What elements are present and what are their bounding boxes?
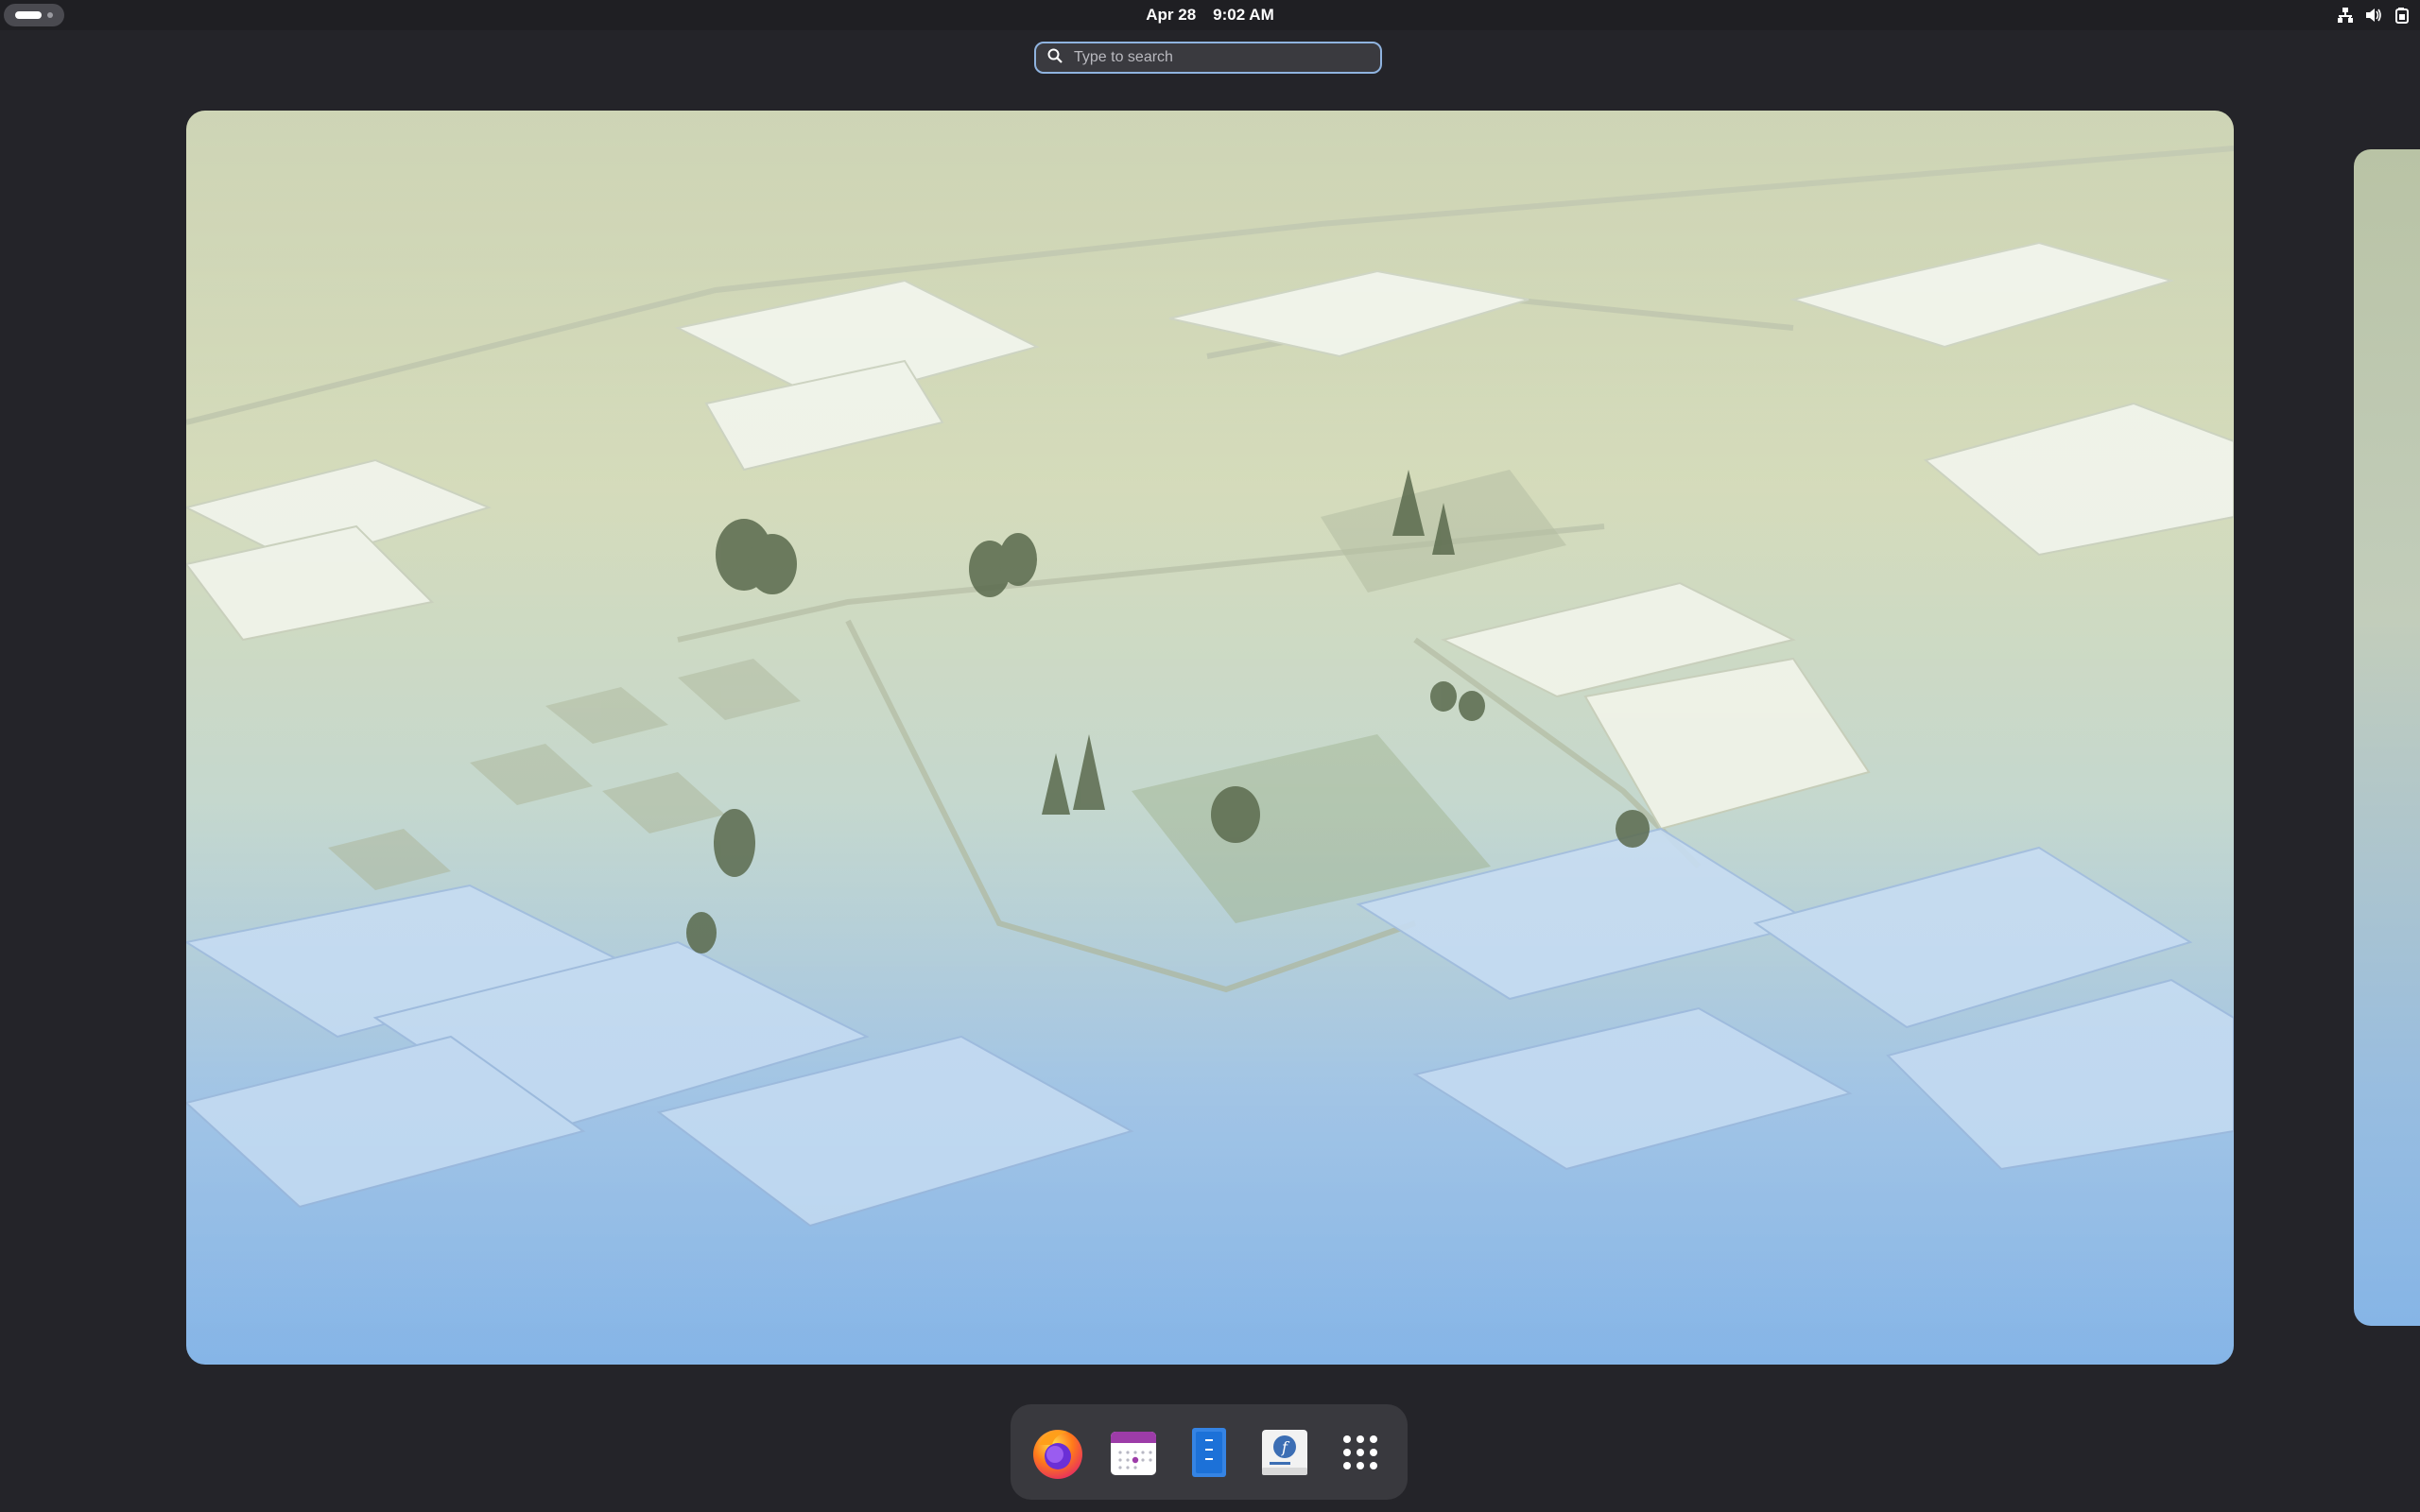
battery-icon bbox=[2394, 7, 2411, 24]
time-label: 9:02 AM bbox=[1213, 6, 1274, 24]
volume-icon bbox=[2365, 7, 2382, 24]
fedora-icon: f bbox=[1262, 1429, 1307, 1475]
search-icon bbox=[1047, 48, 1063, 68]
text-editor-icon bbox=[1192, 1427, 1226, 1477]
date-time-button[interactable]: Apr 28 9:02 AM bbox=[1115, 0, 1305, 30]
date-label: Apr 28 bbox=[1146, 6, 1197, 24]
next-workspace-thumbnail[interactable] bbox=[2354, 149, 2420, 1326]
system-menu-button[interactable] bbox=[2337, 0, 2411, 30]
isometric-city-wallpaper bbox=[186, 111, 2234, 1365]
network-icon bbox=[2337, 7, 2354, 24]
activities-button[interactable] bbox=[4, 4, 64, 26]
search-input[interactable] bbox=[1072, 48, 1369, 67]
dock-item-fedora-media-writer[interactable]: f bbox=[1254, 1422, 1315, 1483]
app-grid-icon bbox=[1343, 1435, 1377, 1469]
calendar-icon bbox=[1111, 1431, 1156, 1475]
search-box[interactable] bbox=[1034, 42, 1382, 74]
dock-item-text-editor[interactable] bbox=[1179, 1422, 1239, 1483]
dash: f bbox=[1011, 1404, 1408, 1500]
show-apps-button[interactable] bbox=[1330, 1422, 1391, 1483]
inactive-workspace-indicator bbox=[47, 12, 53, 18]
dock-item-calendar[interactable] bbox=[1103, 1422, 1164, 1483]
dock-item-firefox[interactable] bbox=[1028, 1422, 1088, 1483]
active-workspace-indicator bbox=[15, 11, 42, 19]
firefox-icon bbox=[1033, 1429, 1082, 1479]
top-bar: Apr 28 9:02 AM bbox=[0, 0, 2420, 30]
workspace-thumbnail[interactable] bbox=[186, 111, 2234, 1365]
